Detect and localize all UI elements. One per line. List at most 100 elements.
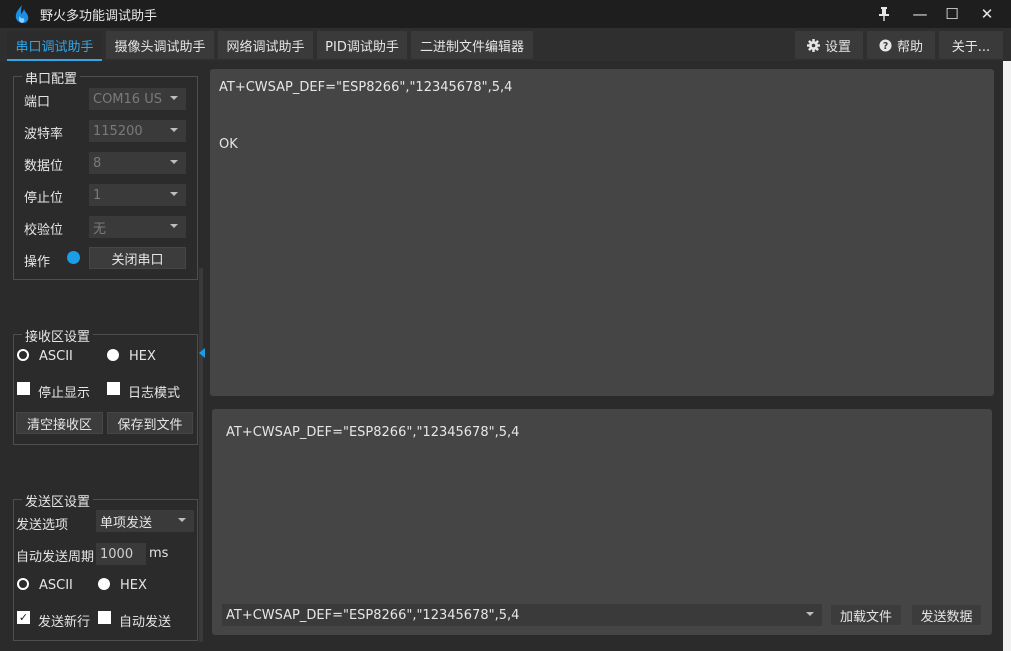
databits-label: 数据位: [24, 159, 64, 174]
recv-hex-radio[interactable]: [107, 349, 119, 361]
help-label: 帮助: [896, 39, 923, 55]
save-to-file-button[interactable]: 保存到文件: [107, 412, 193, 434]
send-ascii-radio[interactable]: [17, 578, 29, 590]
receive-text-area[interactable]: [210, 69, 994, 396]
operation-label: 操作: [24, 255, 51, 270]
chevron-down-icon: [170, 128, 178, 132]
parity-select[interactable]: 无: [89, 216, 186, 238]
send-newline-checkbox[interactable]: ✓: [17, 611, 30, 624]
tab-pid[interactable]: PID调试助手: [317, 31, 407, 59]
port-value: COM16 US: [93, 91, 162, 107]
help-button[interactable]: ? 帮助: [867, 31, 935, 59]
maximize-icon: ☐: [945, 5, 959, 23]
send-newline-label: 发送新行: [38, 615, 91, 630]
clear-recv-label: 清空接收区: [26, 417, 92, 433]
chevron-down-icon: [170, 160, 178, 164]
auto-send-label: 自动发送: [119, 615, 172, 630]
recv-ascii-radio[interactable]: [17, 349, 29, 361]
chevron-down-icon: [170, 192, 178, 196]
log-mode-checkbox[interactable]: [107, 382, 120, 395]
tab-network[interactable]: 网络调试助手: [218, 31, 313, 59]
clear-recv-button[interactable]: 清空接收区: [16, 412, 103, 434]
about-button[interactable]: 关于...: [939, 31, 1003, 59]
load-file-label: 加载文件: [839, 609, 892, 625]
receive-line-1: AT+CWSAP_DEF="ESP8266","12345678",5,4: [219, 80, 513, 95]
chevron-down-icon: [170, 224, 178, 228]
databits-select[interactable]: 8: [89, 152, 186, 174]
port-label: 端口: [24, 95, 51, 110]
close-button[interactable]: ✕: [970, 0, 1004, 28]
receive-line-2: OK: [219, 137, 238, 152]
send-settings-title: 发送区设置: [22, 491, 94, 510]
auto-send-period-label: 自动发送周期: [16, 550, 95, 565]
send-text-area[interactable]: [212, 409, 992, 635]
save-to-file-label: 保存到文件: [117, 417, 183, 433]
settings-label: 设置: [824, 39, 851, 55]
period-unit-label: ms: [149, 546, 169, 561]
log-mode-label: 日志模式: [128, 386, 181, 401]
port-select[interactable]: COM16 US: [89, 88, 186, 110]
tab-camera[interactable]: 摄像头调试助手: [106, 31, 214, 59]
send-hex-radio[interactable]: [98, 578, 110, 590]
serial-config-title: 串口配置: [22, 68, 81, 87]
flame-logo-icon: [15, 5, 29, 23]
minimize-icon: —: [912, 5, 928, 23]
send-data-label: 发送数据: [920, 609, 973, 625]
tab-serial-label: 串口调试助手: [15, 39, 94, 55]
left-panel-scrollbar[interactable]: [199, 268, 203, 642]
checkmark-icon: ✓: [18, 611, 29, 624]
stop-display-label: 停止显示: [38, 386, 91, 401]
tab-serial[interactable]: 串口调试助手: [7, 31, 102, 61]
send-data-button[interactable]: 发送数据: [911, 604, 982, 626]
background-window-edge: [1003, 61, 1011, 651]
auto-send-checkbox[interactable]: [98, 611, 111, 624]
send-history-value: AT+CWSAP_DEF="ESP8266","12345678",5,4: [226, 607, 520, 623]
close-icon: ✕: [980, 5, 994, 23]
close-port-button[interactable]: 关闭串口: [89, 247, 186, 269]
recv-hex-label: HEX: [129, 349, 156, 364]
parity-label: 校验位: [24, 223, 64, 238]
tab-pid-label: PID调试助手: [325, 39, 399, 55]
close-port-label: 关闭串口: [111, 252, 164, 268]
baud-value: 115200: [93, 123, 143, 139]
stopbits-select[interactable]: 1: [89, 184, 186, 206]
send-hex-label: HEX: [120, 578, 147, 593]
collapse-arrow-icon[interactable]: [199, 348, 205, 358]
auto-send-period-input[interactable]: 1000: [96, 543, 146, 565]
databits-value: 8: [93, 155, 102, 171]
chevron-down-icon: [170, 96, 178, 100]
pin-button[interactable]: [867, 0, 901, 28]
baud-select[interactable]: 115200: [89, 120, 186, 142]
stopbits-value: 1: [93, 187, 102, 203]
send-option-value: 单项发送: [100, 515, 153, 531]
stop-display-checkbox[interactable]: [17, 382, 30, 395]
send-option-label: 发送选项: [16, 518, 69, 533]
tab-binary-editor-label: 二进制文件编辑器: [419, 39, 524, 55]
settings-button[interactable]: 设置: [795, 31, 863, 59]
svg-text:?: ?: [883, 40, 888, 51]
maximize-button[interactable]: ☐: [935, 0, 969, 28]
gear-icon: [806, 38, 820, 52]
recv-ascii-label: ASCII: [39, 349, 73, 364]
baud-label: 波特率: [24, 127, 64, 142]
auto-send-period-value: 1000: [100, 546, 134, 562]
help-icon: ?: [879, 38, 892, 51]
send-history-select[interactable]: AT+CWSAP_DEF="ESP8266","12345678",5,4: [222, 604, 822, 626]
chevron-down-icon: [178, 518, 186, 522]
load-file-button[interactable]: 加载文件: [830, 604, 902, 626]
about-label: 关于...: [951, 39, 991, 55]
tab-binary-editor[interactable]: 二进制文件编辑器: [411, 31, 533, 59]
recv-settings-title: 接收区设置: [22, 326, 94, 345]
window-title: 野火多功能调试助手: [40, 9, 158, 24]
parity-value: 无: [93, 221, 107, 237]
send-text: AT+CWSAP_DEF="ESP8266","12345678",5,4: [226, 425, 520, 440]
tab-camera-label: 摄像头调试助手: [114, 39, 206, 55]
minimize-button[interactable]: —: [903, 0, 937, 28]
tab-network-label: 网络调试助手: [226, 39, 305, 55]
stopbits-label: 停止位: [24, 191, 64, 206]
chevron-down-icon: [806, 612, 814, 616]
pin-icon: [879, 7, 889, 21]
send-option-select[interactable]: 单项发送: [96, 510, 194, 532]
port-status-indicator: [67, 251, 80, 264]
send-ascii-label: ASCII: [39, 578, 73, 593]
